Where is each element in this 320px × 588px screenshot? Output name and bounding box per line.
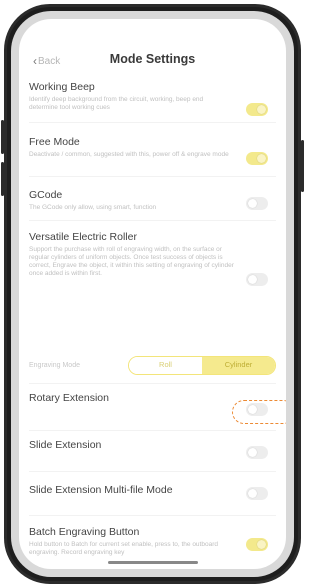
divider <box>29 515 276 516</box>
app-screen: ‹ Back Mode Settings Working Beep Identi… <box>19 19 286 569</box>
setting-working-beep: Working Beep Identify deep background fr… <box>29 81 276 116</box>
setting-batch-engraving-button: Batch Engraving Button Hold button to Ba… <box>29 526 276 557</box>
highlight-outline <box>232 400 286 424</box>
divider <box>29 383 276 384</box>
home-indicator <box>107 561 198 564</box>
setting-title: Working Beep <box>29 81 95 93</box>
engraving-mode-segmented-control: Roll Cylinder <box>128 356 276 375</box>
volume-down-button <box>1 162 4 196</box>
free-mode-toggle[interactable] <box>246 152 268 165</box>
phone-frame: ‹ Back Mode Settings Working Beep Identi… <box>4 4 301 584</box>
setting-description: Identify deep background from the circui… <box>29 96 204 111</box>
toggle-knob <box>257 105 266 114</box>
divider <box>29 471 276 472</box>
toggle-knob <box>248 489 257 498</box>
multifile-mode-toggle[interactable] <box>246 487 268 500</box>
setting-title: Batch Engraving Button <box>29 526 140 538</box>
setting-description: The GCode only allow, using smart, funct… <box>29 204 157 211</box>
divider <box>29 176 276 177</box>
setting-versatile-electric-roller: Versatile Electric Roller Support the pu… <box>29 231 276 286</box>
working-beep-toggle[interactable] <box>246 103 268 116</box>
toggle-knob <box>248 199 257 208</box>
batch-engraving-toggle[interactable] <box>246 538 268 551</box>
setting-slide-extension: Slide Extension <box>29 439 276 459</box>
toggle-knob <box>257 154 266 163</box>
phone-bezel: ‹ Back Mode Settings Working Beep Identi… <box>11 11 294 577</box>
toggle-knob <box>248 275 257 284</box>
segment-cylinder[interactable]: Cylinder <box>202 357 275 374</box>
setting-title: Slide Extension Multi-file Mode <box>29 484 173 496</box>
page-title: Mode Settings <box>109 52 196 66</box>
divider <box>29 122 276 123</box>
divider <box>29 430 276 431</box>
divider <box>29 220 276 221</box>
engraving-mode-row: Engraving Mode Roll Cylinder <box>29 356 276 376</box>
setting-slide-extension-multifile: Slide Extension Multi-file Mode <box>29 484 276 500</box>
setting-description: Hold button to Batch for current set ena… <box>29 541 218 556</box>
setting-title: Free Mode <box>29 136 80 148</box>
volume-up-button <box>1 120 4 154</box>
versatile-roller-toggle[interactable] <box>246 273 268 286</box>
slide-extension-toggle[interactable] <box>246 446 268 459</box>
toggle-knob <box>248 448 257 457</box>
setting-free-mode: Free Mode Deactivate / common, suggested… <box>29 136 276 165</box>
nav-header: ‹ Back Mode Settings <box>19 19 286 77</box>
setting-description: Support the purchase with roll of engrav… <box>29 246 234 277</box>
engraving-mode-label: Engraving Mode <box>29 362 80 369</box>
toggle-knob <box>257 540 266 549</box>
setting-title: GCode <box>29 189 63 201</box>
power-button <box>301 140 304 192</box>
gcode-toggle[interactable] <box>246 197 268 210</box>
segment-roll[interactable]: Roll <box>129 357 202 374</box>
setting-gcode: GCode The GCode only allow, using smart,… <box>29 189 276 212</box>
setting-title: Versatile Electric Roller <box>29 231 137 243</box>
setting-title: Slide Extension <box>29 439 102 451</box>
setting-description: Deactivate / common, suggested with this… <box>29 151 229 158</box>
